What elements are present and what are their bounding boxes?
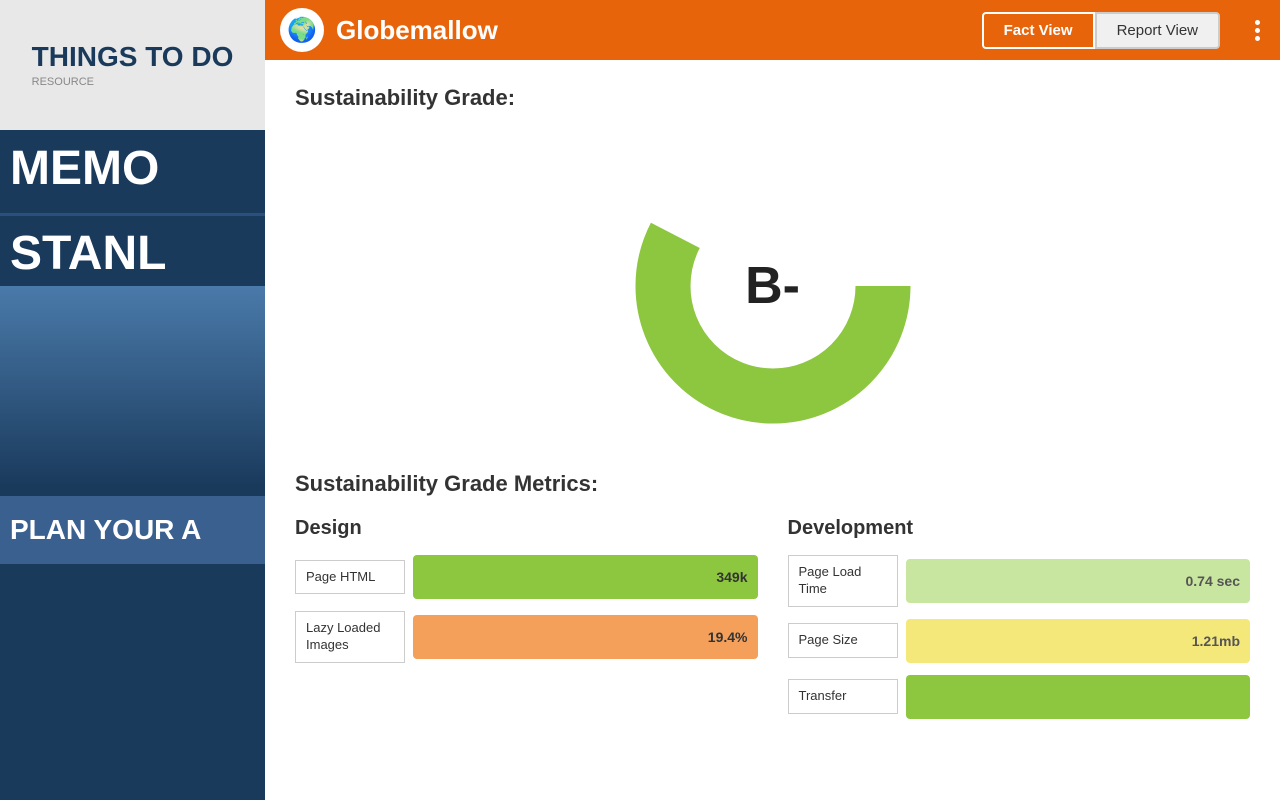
design-column-title: Design [295, 517, 758, 540]
tab-fact-view[interactable]: Fact View [982, 12, 1095, 49]
metric-row-lazy-images: Lazy Loaded Images 19.4% [295, 611, 758, 663]
preview-memo-text: MEMO [10, 145, 255, 193]
tab-report-view[interactable]: Report View [1095, 12, 1220, 49]
metric-bar-lazy-images: 19.4% [413, 615, 758, 659]
menu-dot-2 [1255, 28, 1260, 33]
logo-icon: 🌍 [287, 16, 317, 45]
preview-things-text: THINGS TO DO [32, 42, 234, 73]
website-preview: THINGS TO DO RESOURCE MEMO STANL PLAN YO… [0, 0, 265, 800]
metric-bar-page-load-time: 0.74 sec [906, 559, 1251, 603]
metric-row-transfer: Transfer [788, 675, 1251, 719]
design-column: Design Page HTML 349k Lazy Loaded Images… [295, 517, 758, 731]
metric-row-page-size: Page Size 1.21mb [788, 619, 1251, 663]
metric-row-page-html: Page HTML 349k [295, 555, 758, 599]
preview-stanl: STANL [0, 221, 265, 286]
preview-plan: PLAN YOUR A [0, 496, 265, 564]
preview-plan-text: PLAN YOUR A [10, 514, 255, 546]
metric-bar-page-size: 1.21mb [906, 619, 1251, 663]
logo-circle: 🌍 [280, 8, 324, 52]
development-column: Development Page Load Time 0.74 sec Page… [788, 517, 1251, 731]
grade-section-title: Sustainability Grade: [295, 85, 1250, 111]
header-tabs: Fact View Report View [982, 12, 1220, 49]
menu-dot-1 [1255, 20, 1260, 25]
donut-wrapper: B- [618, 131, 928, 441]
donut-chart-container: B- [295, 131, 1250, 441]
preview-top: THINGS TO DO RESOURCE [0, 0, 265, 130]
metric-bar-page-html: 349k [413, 555, 758, 599]
preview-image-area [0, 286, 265, 486]
app-title: Globemallow [336, 15, 982, 46]
metric-label-page-load-time: Page Load Time [788, 555, 898, 607]
main-panel: 🌍 Globemallow Fact View Report View Sust… [265, 0, 1280, 800]
donut-grade-label: B- [745, 256, 800, 316]
header-menu-button[interactable] [1250, 15, 1265, 46]
preview-memo: MEMO [0, 130, 265, 208]
preview-stanl-text: STANL [10, 226, 255, 281]
metric-label-page-size: Page Size [788, 623, 898, 658]
metric-label-transfer: Transfer [788, 679, 898, 714]
metric-label-lazy-images: Lazy Loaded Images [295, 611, 405, 663]
header: 🌍 Globemallow Fact View Report View [265, 0, 1280, 60]
content-area: Sustainability Grade: B- Sustainability … [265, 60, 1280, 756]
metric-row-page-load-time: Page Load Time 0.74 sec [788, 555, 1251, 607]
metrics-section-title: Sustainability Grade Metrics: [295, 471, 1250, 497]
menu-dot-3 [1255, 36, 1260, 41]
metrics-grid: Design Page HTML 349k Lazy Loaded Images… [295, 517, 1250, 731]
preview-resource-text: RESOURCE [32, 76, 234, 88]
metric-label-page-html: Page HTML [295, 560, 405, 595]
metric-bar-transfer [906, 675, 1251, 719]
development-column-title: Development [788, 517, 1251, 540]
preview-divider [0, 213, 265, 216]
